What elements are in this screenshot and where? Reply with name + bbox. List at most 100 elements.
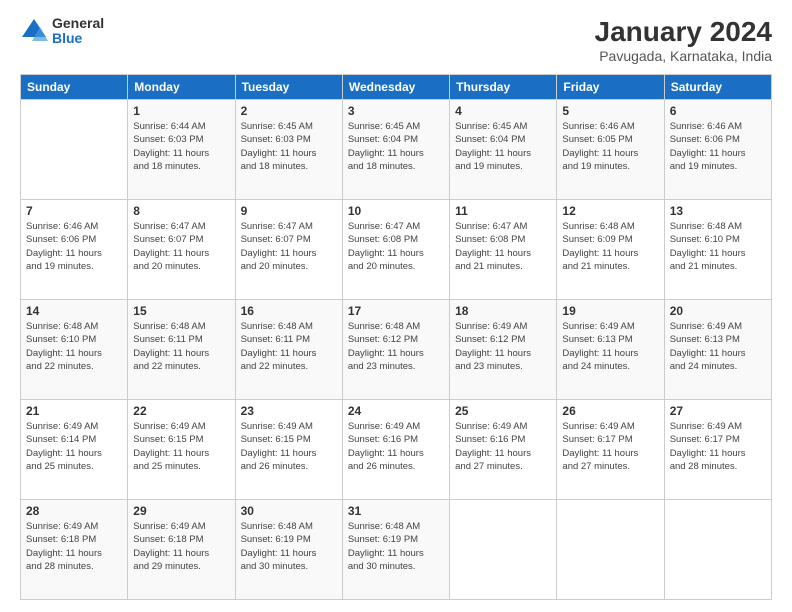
calendar-cell: 15 Sunrise: 6:48 AM Sunset: 6:11 PM Dayli… [128,300,235,400]
calendar-cell: 29 Sunrise: 6:49 AM Sunset: 6:18 PM Dayli… [128,500,235,600]
day-number: 29 [133,504,229,518]
logo-icon [20,17,48,45]
day-info: Sunrise: 6:47 AM Sunset: 6:07 PM Dayligh… [241,220,337,273]
calendar-cell: 9 Sunrise: 6:47 AM Sunset: 6:07 PM Daylig… [235,200,342,300]
day-info: Sunrise: 6:48 AM Sunset: 6:09 PM Dayligh… [562,220,658,273]
logo: General Blue [20,16,104,47]
calendar-cell: 21 Sunrise: 6:49 AM Sunset: 6:14 PM Dayli… [21,400,128,500]
day-number: 26 [562,404,658,418]
day-header-monday: Monday [128,75,235,100]
calendar-cell: 22Sunrise: 6:49 AM Sunset: 6:15 PM Dayli… [128,400,235,500]
day-number: 31 [348,504,444,518]
day-number: 20 [670,304,766,318]
subtitle: Pavugada, Karnataka, India [595,48,772,64]
calendar-week-1: 7 Sunrise: 6:46 AM Sunset: 6:06 PM Daylig… [21,200,772,300]
day-number: 2 [241,104,337,118]
calendar-cell: 1 Sunrise: 6:44 AM Sunset: 6:03 PM Daylig… [128,100,235,200]
day-header-friday: Friday [557,75,664,100]
day-info: Sunrise: 6:49 AM Sunset: 6:17 PM Dayligh… [670,420,766,473]
calendar-cell: 27 Sunrise: 6:49 AM Sunset: 6:17 PM Dayli… [664,400,771,500]
logo-blue-label: Blue [52,31,104,46]
day-info: Sunrise: 6:49 AM Sunset: 6:18 PM Dayligh… [26,520,122,573]
day-info: Sunrise: 6:49 AM Sunset: 6:15 PM Dayligh… [241,420,337,473]
day-number: 6 [670,104,766,118]
day-number: 15 [133,304,229,318]
day-number: 1 [133,104,229,118]
day-number: 10 [348,204,444,218]
calendar-week-4: 28 Sunrise: 6:49 AM Sunset: 6:18 PM Dayli… [21,500,772,600]
calendar-week-0: 1 Sunrise: 6:44 AM Sunset: 6:03 PM Daylig… [21,100,772,200]
calendar-cell [450,500,557,600]
calendar-cell: 2 Sunrise: 6:45 AM Sunset: 6:03 PM Daylig… [235,100,342,200]
day-info: Sunrise: 6:48 AM Sunset: 6:10 PM Dayligh… [26,320,122,373]
day-info: Sunrise: 6:46 AM Sunset: 6:06 PM Dayligh… [670,120,766,173]
day-number: 11 [455,204,551,218]
day-number: 18 [455,304,551,318]
calendar-cell: 5 Sunrise: 6:46 AM Sunset: 6:05 PM Daylig… [557,100,664,200]
calendar-cell: 10Sunrise: 6:47 AM Sunset: 6:08 PM Dayli… [342,200,449,300]
calendar-cell [21,100,128,200]
header: General Blue January 2024 Pavugada, Karn… [20,16,772,64]
day-info: Sunrise: 6:49 AM Sunset: 6:13 PM Dayligh… [562,320,658,373]
calendar-cell: 13 Sunrise: 6:48 AM Sunset: 6:10 PM Dayli… [664,200,771,300]
calendar-cell: 25 Sunrise: 6:49 AM Sunset: 6:16 PM Dayli… [450,400,557,500]
calendar-cell: 23 Sunrise: 6:49 AM Sunset: 6:15 PM Dayli… [235,400,342,500]
day-header-sunday: Sunday [21,75,128,100]
day-number: 8 [133,204,229,218]
day-header-saturday: Saturday [664,75,771,100]
day-info: Sunrise: 6:47 AM Sunset: 6:08 PM Dayligh… [455,220,551,273]
day-number: 16 [241,304,337,318]
calendar-table: SundayMondayTuesdayWednesdayThursdayFrid… [20,74,772,600]
day-info: Sunrise: 6:47 AM Sunset: 6:07 PM Dayligh… [133,220,229,273]
day-number: 21 [26,404,122,418]
calendar-cell: 12Sunrise: 6:48 AM Sunset: 6:09 PM Dayli… [557,200,664,300]
day-number: 5 [562,104,658,118]
day-number: 19 [562,304,658,318]
calendar-cell: 16Sunrise: 6:48 AM Sunset: 6:11 PM Dayli… [235,300,342,400]
day-info: Sunrise: 6:49 AM Sunset: 6:13 PM Dayligh… [670,320,766,373]
day-header-wednesday: Wednesday [342,75,449,100]
calendar-week-3: 21 Sunrise: 6:49 AM Sunset: 6:14 PM Dayli… [21,400,772,500]
day-info: Sunrise: 6:48 AM Sunset: 6:11 PM Dayligh… [133,320,229,373]
day-info: Sunrise: 6:49 AM Sunset: 6:18 PM Dayligh… [133,520,229,573]
day-info: Sunrise: 6:46 AM Sunset: 6:06 PM Dayligh… [26,220,122,273]
day-info: Sunrise: 6:45 AM Sunset: 6:03 PM Dayligh… [241,120,337,173]
day-header-thursday: Thursday [450,75,557,100]
calendar-cell [557,500,664,600]
day-number: 28 [26,504,122,518]
day-info: Sunrise: 6:45 AM Sunset: 6:04 PM Dayligh… [348,120,444,173]
day-info: Sunrise: 6:44 AM Sunset: 6:03 PM Dayligh… [133,120,229,173]
logo-general-label: General [52,16,104,31]
day-info: Sunrise: 6:49 AM Sunset: 6:14 PM Dayligh… [26,420,122,473]
day-number: 27 [670,404,766,418]
day-number: 9 [241,204,337,218]
calendar-cell: 19 Sunrise: 6:49 AM Sunset: 6:13 PM Dayli… [557,300,664,400]
day-number: 13 [670,204,766,218]
calendar-cell: 30Sunrise: 6:48 AM Sunset: 6:19 PM Dayli… [235,500,342,600]
page: General Blue January 2024 Pavugada, Karn… [0,0,792,612]
day-info: Sunrise: 6:46 AM Sunset: 6:05 PM Dayligh… [562,120,658,173]
main-title: January 2024 [595,16,772,48]
day-number: 7 [26,204,122,218]
day-info: Sunrise: 6:48 AM Sunset: 6:10 PM Dayligh… [670,220,766,273]
day-number: 25 [455,404,551,418]
day-number: 3 [348,104,444,118]
title-block: January 2024 Pavugada, Karnataka, India [595,16,772,64]
day-info: Sunrise: 6:48 AM Sunset: 6:19 PM Dayligh… [348,520,444,573]
calendar-cell [664,500,771,600]
day-info: Sunrise: 6:49 AM Sunset: 6:16 PM Dayligh… [455,420,551,473]
day-number: 24 [348,404,444,418]
calendar-cell: 31 Sunrise: 6:48 AM Sunset: 6:19 PM Dayli… [342,500,449,600]
calendar-cell: 20 Sunrise: 6:49 AM Sunset: 6:13 PM Dayli… [664,300,771,400]
day-number: 4 [455,104,551,118]
day-number: 23 [241,404,337,418]
calendar-cell: 26Sunrise: 6:49 AM Sunset: 6:17 PM Dayli… [557,400,664,500]
day-number: 17 [348,304,444,318]
day-info: Sunrise: 6:49 AM Sunset: 6:16 PM Dayligh… [348,420,444,473]
calendar-body: 1 Sunrise: 6:44 AM Sunset: 6:03 PM Daylig… [21,100,772,600]
day-info: Sunrise: 6:48 AM Sunset: 6:12 PM Dayligh… [348,320,444,373]
logo-text: General Blue [52,16,104,47]
calendar-cell: 8 Sunrise: 6:47 AM Sunset: 6:07 PM Daylig… [128,200,235,300]
day-number: 22 [133,404,229,418]
day-info: Sunrise: 6:45 AM Sunset: 6:04 PM Dayligh… [455,120,551,173]
